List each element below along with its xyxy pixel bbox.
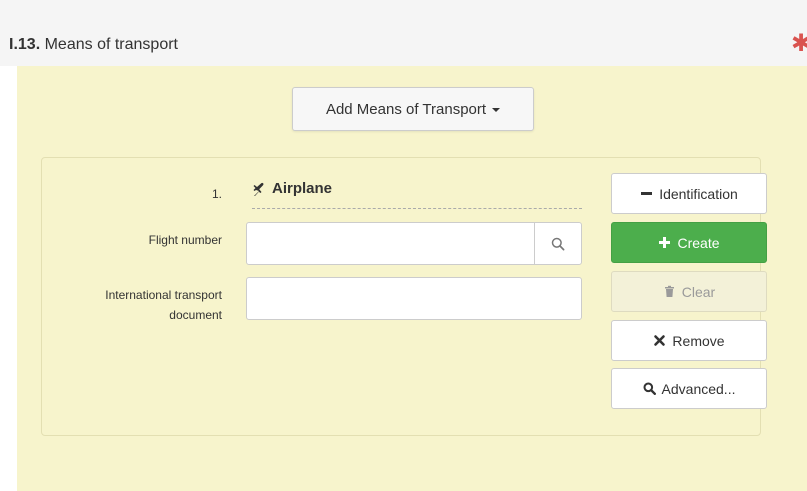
section-title-text: Means of transport (44, 36, 178, 53)
search-icon (643, 382, 656, 395)
remove-label: Remove (672, 332, 725, 349)
identification-label: Identification (659, 185, 738, 202)
transport-type-heading: Airplane (252, 180, 582, 209)
itd-label-line1: International transport (105, 288, 222, 302)
remove-button[interactable]: Remove (611, 320, 767, 361)
trash-icon (664, 285, 674, 297)
flight-number-label: Flight number (148, 233, 222, 247)
advanced-button[interactable]: Advanced... (611, 368, 767, 409)
flight-number-input[interactable] (247, 223, 534, 264)
close-icon (654, 335, 666, 346)
section-header: I.13. Means of transport ✱ (0, 0, 807, 66)
means-of-transport-panel: Add Means of Transport 1. Airplane Fligh… (17, 66, 807, 491)
search-icon (551, 237, 565, 250)
caret-down-icon (492, 108, 501, 112)
identification-button[interactable]: Identification (611, 173, 767, 214)
transport-entry: 1. Airplane Flight number International … (41, 157, 767, 436)
flight-number-input-group (246, 222, 582, 265)
advanced-label: Advanced... (661, 380, 736, 397)
add-means-of-transport-label: Add Means of Transport (325, 100, 487, 118)
international-transport-document-label: International transport document (62, 285, 222, 325)
itd-label-line2: document (169, 308, 222, 322)
clear-button[interactable]: Clear (611, 271, 767, 312)
add-means-of-transport-button[interactable]: Add Means of Transport (292, 87, 534, 131)
international-transport-document-input[interactable] (246, 277, 582, 320)
clear-label: Clear (681, 283, 716, 300)
minus-icon (641, 192, 653, 195)
required-asterisk-icon: ✱ (791, 30, 807, 57)
section-title: I.13. Means of transport (9, 36, 178, 54)
section-number: I.13. (9, 36, 41, 53)
transport-type-label: Airplane (272, 180, 333, 197)
transport-index: 1. (211, 187, 222, 201)
create-button[interactable]: Create (611, 222, 767, 263)
airplane-icon (253, 182, 264, 196)
plus-icon (659, 237, 671, 248)
create-label: Create (677, 234, 720, 251)
flight-search-button[interactable] (534, 223, 581, 264)
